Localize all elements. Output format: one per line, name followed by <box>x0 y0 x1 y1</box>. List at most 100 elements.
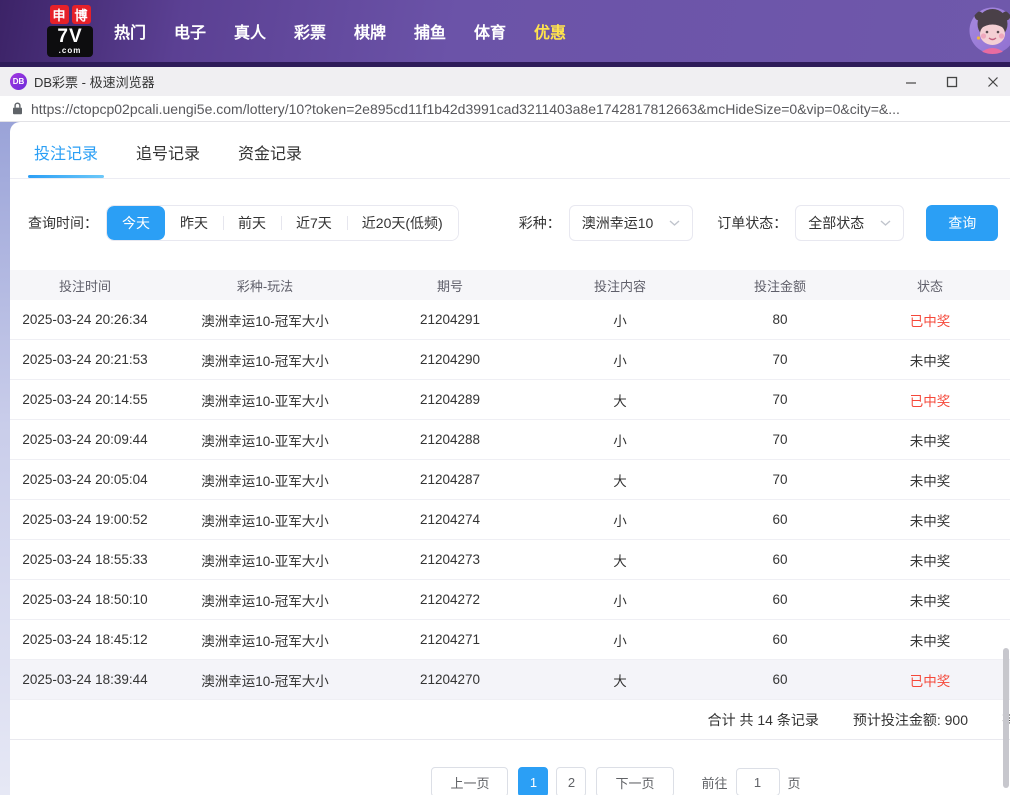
cell-bet-content: 小 <box>613 513 627 529</box>
logo-red-badges: 申 博 <box>49 5 91 24</box>
page-number-button[interactable]: 1 <box>518 767 549 795</box>
nav-item[interactable]: 优惠 <box>534 19 566 43</box>
user-avatar[interactable] <box>969 7 1010 54</box>
scrollbar-thumb[interactable] <box>1003 648 1009 788</box>
cell-game-play: 澳洲幸运10-亚军大小 <box>201 433 329 449</box>
time-range-group: 今天 昨天 前天 近7天 近20天(低频) <box>106 205 459 241</box>
lottery-select[interactable]: 澳洲幸运10 <box>568 205 694 241</box>
nav-menu: 热门 电子 真人 彩票 棋牌 捕鱼 体育 优惠 <box>114 19 566 43</box>
table-row[interactable]: 2025-03-24 18:55:33 澳洲幸运10-亚军大小 21204273… <box>10 540 1010 580</box>
lottery-filter-label: 彩种： <box>518 215 561 231</box>
page-background: 投注记录 追号记录 资金记录 查询时间： 今天 昨天 前天 近7天 近20天(低… <box>0 122 1010 795</box>
record-tab[interactable]: 资金记录 <box>236 138 304 178</box>
cell-game-play: 澳洲幸运10-冠军大小 <box>201 353 329 369</box>
cell-bet-amount: 60 <box>772 512 788 527</box>
time-filter-label: 查询时间： <box>28 215 98 231</box>
expected-amount-text: 预计投注金额: 900 <box>852 711 968 728</box>
cell-status: 未中奖 <box>909 433 951 449</box>
table-row[interactable]: 2025-03-24 18:39:44 澳洲幸运10-冠军大小 21204270… <box>10 660 1010 700</box>
table-row[interactable]: 2025-03-24 20:21:53 澳洲幸运10-冠军大小 21204290… <box>10 340 1010 380</box>
lock-icon <box>12 102 23 115</box>
time-range-option[interactable]: 前天 <box>223 206 281 240</box>
nav-item[interactable]: 电子 <box>174 19 206 43</box>
nav-item[interactable]: 热门 <box>114 19 146 43</box>
cell-game-play: 澳洲幸运10-冠军大小 <box>201 593 329 609</box>
cell-status: 已中奖 <box>909 313 951 329</box>
page-number-button[interactable]: 2 <box>556 767 587 795</box>
page-unit-label: 页 <box>787 775 801 791</box>
site-logo[interactable]: 申 博 7V .com <box>38 5 102 57</box>
cell-bet-content: 大 <box>613 473 627 489</box>
cell-bet-content: 小 <box>613 353 627 369</box>
filter-bar: 查询时间： 今天 昨天 前天 近7天 近20天(低频) 彩种： 澳洲幸运10 订… <box>28 205 1010 241</box>
close-icon[interactable] <box>986 75 1000 89</box>
record-tab[interactable]: 追号记录 <box>134 138 202 178</box>
cell-issue-number: 21204288 <box>419 432 481 447</box>
nav-item[interactable]: 体育 <box>474 19 506 43</box>
cell-bet-amount: 80 <box>772 312 788 327</box>
cell-status: 未中奖 <box>909 473 951 489</box>
order-status-select[interactable]: 全部状态 <box>795 205 905 241</box>
cell-bet-time: 2025-03-24 18:55:33 <box>22 552 148 567</box>
time-range-option[interactable]: 近20天(低频) <box>346 206 458 240</box>
cell-bet-time: 2025-03-24 20:14:55 <box>22 392 148 407</box>
cell-bet-content: 大 <box>613 673 627 689</box>
browser-titlebar: DB DB彩票 - 极速浏览器 <box>0 67 1010 96</box>
nav-item[interactable]: 棋牌 <box>354 19 386 43</box>
cell-bet-content: 小 <box>613 313 627 329</box>
table-row[interactable]: 2025-03-24 20:26:34 澳洲幸运10-冠军大小 21204291… <box>10 300 1010 340</box>
cell-bet-amount: 70 <box>772 392 788 407</box>
cell-bet-content: 大 <box>613 553 627 569</box>
cell-bet-content: 小 <box>613 433 627 449</box>
url-bar[interactable]: https://ctopcp02pcali.uengi5e.com/lotter… <box>0 96 1010 122</box>
minimize-icon[interactable] <box>904 75 918 89</box>
logo-wordmark: 7V .com <box>47 26 93 57</box>
cell-bet-amount: 60 <box>772 632 788 647</box>
content-card: 投注记录 追号记录 资金记录 查询时间： 今天 昨天 前天 近7天 近20天(低… <box>10 122 1010 795</box>
prev-page-button[interactable]: 上一页 <box>431 767 509 795</box>
search-button[interactable]: 查询 <box>926 205 999 241</box>
nav-item[interactable]: 捕鱼 <box>414 19 446 43</box>
table-row[interactable]: 2025-03-24 18:45:12 澳洲幸运10-冠军大小 21204271… <box>10 620 1010 660</box>
table-row[interactable]: 2025-03-24 20:14:55 澳洲幸运10-亚军大小 21204289… <box>10 380 1010 420</box>
logo-char-left: 申 <box>49 5 69 24</box>
goto-page-input[interactable] <box>735 768 780 795</box>
cell-game-play: 澳洲幸运10-亚军大小 <box>201 393 329 409</box>
cell-game-play: 澳洲幸运10-冠军大小 <box>201 673 329 689</box>
cell-issue-number: 21204274 <box>419 512 481 527</box>
cell-game-play: 澳洲幸运10-冠军大小 <box>201 313 329 329</box>
table-row[interactable]: 2025-03-24 18:50:10 澳洲幸运10-冠军大小 21204272… <box>10 580 1010 620</box>
table-row[interactable]: 2025-03-24 19:00:52 澳洲幸运10-亚军大小 21204274… <box>10 500 1010 540</box>
order-status-value: 全部状态 <box>808 215 865 231</box>
next-page-button[interactable]: 下一页 <box>596 767 674 795</box>
chevron-down-icon <box>669 220 680 226</box>
cell-issue-number: 21204271 <box>419 632 481 647</box>
cell-status: 未中奖 <box>909 593 951 609</box>
time-range-option[interactable]: 昨天 <box>165 206 223 240</box>
cell-status: 未中奖 <box>909 553 951 569</box>
bet-table: 投注时间 彩种-玩法 期号 投注内容 投注金额 状态 2025-03-24 20… <box>10 270 1010 700</box>
table-row[interactable]: 2025-03-24 20:05:04 澳洲幸运10-亚军大小 21204287… <box>10 460 1010 500</box>
time-range-option[interactable]: 近7天 <box>281 206 347 240</box>
summary-bar: 合计 共 14 条记录 预计投注金额: 900 有效投注金额 <box>10 700 1010 740</box>
cell-bet-content: 大 <box>613 393 627 409</box>
table-header-cell: 期号 <box>436 278 463 294</box>
cell-bet-amount: 60 <box>772 672 788 687</box>
cell-status: 未中奖 <box>909 353 951 369</box>
nav-item[interactable]: 真人 <box>234 19 266 43</box>
nav-item[interactable]: 彩票 <box>294 19 326 43</box>
cell-status: 未中奖 <box>909 633 951 649</box>
cell-issue-number: 21204273 <box>419 552 481 567</box>
table-row[interactable]: 2025-03-24 20:09:44 澳洲幸运10-亚军大小 21204288… <box>10 420 1010 460</box>
cell-bet-amount: 70 <box>772 352 788 367</box>
record-tab[interactable]: 投注记录 <box>27 138 105 178</box>
cell-game-play: 澳洲幸运10-亚军大小 <box>201 553 329 569</box>
cell-bet-time: 2025-03-24 18:39:44 <box>22 672 148 687</box>
page-url[interactable]: https://ctopcp02pcali.uengi5e.com/lotter… <box>31 101 900 117</box>
total-records-text: 合计 共 14 条记录 <box>707 711 819 728</box>
maximize-icon[interactable] <box>945 75 959 89</box>
time-range-option[interactable]: 今天 <box>107 206 165 240</box>
cell-bet-time: 2025-03-24 20:26:34 <box>22 312 148 327</box>
browser-favicon-icon: DB <box>10 73 27 90</box>
cell-bet-amount: 70 <box>772 472 788 487</box>
